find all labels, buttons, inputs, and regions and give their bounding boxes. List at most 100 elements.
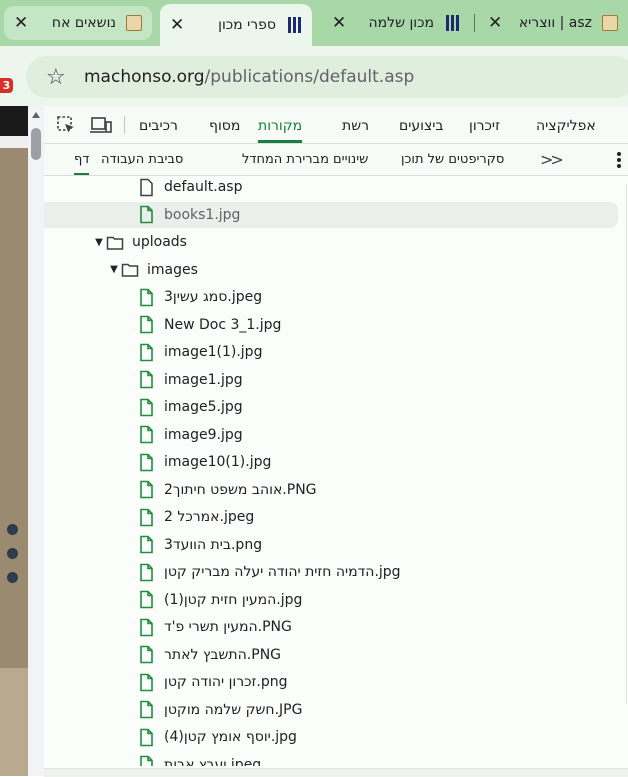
tab-title: נושאים אח xyxy=(51,15,116,31)
expand-arrow-icon[interactable]: ▼ xyxy=(92,237,106,248)
file-row[interactable]: image1(1).jpg xyxy=(44,339,618,365)
image-file-icon xyxy=(138,700,154,719)
image-file-icon xyxy=(138,673,154,692)
folder-row[interactable]: ▼ uploads xyxy=(44,229,618,255)
inspect-element-icon[interactable] xyxy=(56,115,76,135)
scrollbar-thumb[interactable] xyxy=(31,128,41,160)
close-tab-icon[interactable]: ✕ xyxy=(14,13,28,33)
subtab-page[interactable]: דף xyxy=(74,144,90,175)
file-row[interactable]: יוסף אומץ קטן(4).jpg xyxy=(44,724,618,750)
close-tab-icon[interactable]: ✕ xyxy=(170,15,184,35)
file-row[interactable]: התשבץ לאתר.PNG xyxy=(44,642,618,668)
close-tab-icon[interactable]: ✕ xyxy=(488,13,502,33)
subtab-content-scripts[interactable]: סקריפטים של תוכן xyxy=(401,144,504,175)
browser-tab-4[interactable]: ✕ asz | ווצריא xyxy=(478,6,628,40)
image-file-icon xyxy=(138,480,154,499)
tab-elements[interactable]: רכיבים xyxy=(139,106,178,143)
tab-console[interactable]: מסוף xyxy=(209,106,240,143)
devtools-scrollbar[interactable] xyxy=(28,106,44,776)
folder-row[interactable]: ▼ images xyxy=(44,257,618,283)
image-file-icon xyxy=(138,398,154,417)
file-row[interactable]: המעין תשרי פ'ד.PNG xyxy=(44,614,618,640)
book-favicon-icon xyxy=(600,13,620,33)
tab-performance[interactable]: ביצועים xyxy=(399,106,444,143)
file-row[interactable]: image1.jpg xyxy=(44,367,618,393)
file-row[interactable]: default.asp xyxy=(44,176,618,200)
file-tree: default.asp books1.jpg ▼ uploads ▼ images סמג … xyxy=(44,176,628,766)
bars-favicon-icon xyxy=(284,15,304,35)
file-row[interactable]: סמג עשין3.jpeg xyxy=(44,284,618,310)
file-name: זכרון יהודה קטן.png xyxy=(164,674,288,690)
device-toolbar-icon[interactable] xyxy=(90,115,112,135)
folder-name: images xyxy=(147,261,198,278)
file-name: יעבץ אבות.jpeg xyxy=(164,756,262,767)
file-name: המעין תשרי פ'ד.PNG xyxy=(164,619,292,635)
file-row[interactable]: הדמיה חזית יהודה יעלה מבריק קטן.jpg xyxy=(44,559,618,585)
devtools-panel: רכיבים מסוף מקורות רשת ביצועים זיכרון אפ… xyxy=(44,106,628,777)
tab-application[interactable]: אפליקציה xyxy=(536,106,596,143)
expand-arrow-icon[interactable]: ▼ xyxy=(107,264,121,275)
page-dot[interactable] xyxy=(7,548,18,559)
page-content-edge xyxy=(0,106,28,776)
page-dot[interactable] xyxy=(7,572,18,583)
file-name: אמרכל 2.jpeg xyxy=(164,509,255,525)
file-name: חשק שלמה מוקטן.JPG xyxy=(164,701,303,718)
toolbar-separator xyxy=(124,116,125,134)
image-file-icon xyxy=(138,645,154,664)
more-options-icon[interactable] xyxy=(617,152,621,170)
browser-tab-3[interactable]: ✕ מכון שלמה xyxy=(322,6,470,40)
scroll-up-icon[interactable] xyxy=(32,112,40,118)
more-tabs-icon[interactable]: >> xyxy=(540,144,564,175)
image-file-icon xyxy=(138,343,154,362)
file-name: הדמיה חזית יהודה יעלה מבריק קטן.jpg xyxy=(164,564,401,580)
address-bar[interactable]: ☆ machonso.org/publications/default.asp xyxy=(26,56,628,98)
file-name: image1(1).jpg xyxy=(164,344,263,360)
image-file-icon xyxy=(138,728,154,747)
file-row[interactable]: image9.jpg xyxy=(44,422,618,448)
notification-badge: 3 xyxy=(0,78,13,93)
file-row[interactable]: זכרון יהודה קטן.png xyxy=(44,669,618,695)
document-icon xyxy=(138,178,154,197)
file-row[interactable]: חשק שלמה מוקטן.JPG xyxy=(44,697,618,723)
image-file-icon xyxy=(138,205,154,224)
tab-separator xyxy=(474,14,475,32)
close-tab-icon[interactable]: ✕ xyxy=(332,13,346,33)
image-file-icon xyxy=(138,590,154,609)
page-lower-edge xyxy=(0,668,28,776)
image-file-icon xyxy=(138,453,154,472)
file-row[interactable]: books1.jpg xyxy=(44,201,618,228)
devtools-main-tabs: רכיבים מסוף מקורות רשת ביצועים זיכרון אפ… xyxy=(44,106,628,144)
subtab-overrides[interactable]: שינויים מברירת המחדל xyxy=(242,144,368,175)
file-name: image1.jpg xyxy=(164,371,243,388)
subtab-workspace[interactable]: סביבת העבודה xyxy=(101,144,183,175)
browser-tab-2[interactable]: ✕ ספרי מכון xyxy=(160,4,312,46)
file-row[interactable]: אוהב משפט חיתוך2.PNG xyxy=(44,477,618,503)
tab-network[interactable]: רשת xyxy=(342,106,369,143)
file-name: התשבץ לאתר.PNG xyxy=(164,646,282,663)
file-name: סמג עשין3.jpeg xyxy=(164,289,263,305)
file-row[interactable]: אמרכל 2.jpeg xyxy=(44,504,618,530)
folder-icon xyxy=(121,260,139,279)
url-domain: machonso.org xyxy=(84,67,205,87)
browser-tab-1[interactable]: ✕ נושאים אח xyxy=(4,6,152,40)
file-name: New Doc 3_1.jpg xyxy=(164,316,282,333)
file-row[interactable]: image10(1).jpg xyxy=(44,449,618,475)
file-name: המעין חזית קטן(1).jpg xyxy=(164,591,303,608)
file-row[interactable]: image5.jpg xyxy=(44,394,618,420)
folder-icon xyxy=(106,233,124,252)
folder-name: uploads xyxy=(132,234,187,250)
bookmark-star-icon[interactable]: ☆ xyxy=(46,65,70,90)
file-row[interactable]: המעין חזית קטן(1).jpg xyxy=(44,587,618,613)
file-name: books1.jpg xyxy=(164,206,241,223)
tab-strip: ✕ נושאים אח ✕ ספרי מכון ✕ מכון שלמה ✕ as… xyxy=(0,0,628,46)
page-dot[interactable] xyxy=(7,524,18,535)
file-row[interactable]: בית הוועד3.png xyxy=(44,532,618,558)
file-row[interactable]: New Doc 3_1.jpg xyxy=(44,312,618,338)
file-name: image10(1).jpg xyxy=(164,454,272,470)
tab-sources[interactable]: מקורות xyxy=(258,106,303,143)
page-band-edge xyxy=(0,136,28,148)
file-row[interactable]: יעבץ אבות.jpeg xyxy=(44,752,618,767)
url-text[interactable]: machonso.org/publications/default.asp xyxy=(84,67,414,87)
tab-memory[interactable]: זיכרון xyxy=(469,106,500,143)
image-file-icon xyxy=(138,508,154,527)
